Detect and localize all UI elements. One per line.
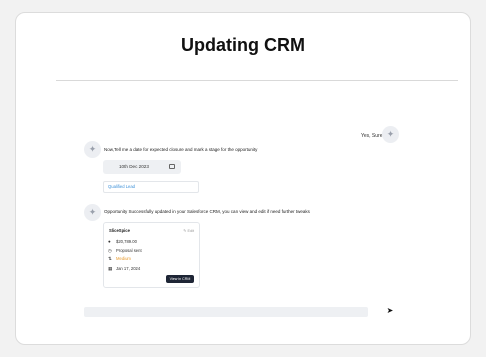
status-value: Proposal sent [116, 248, 142, 253]
stage-field[interactable]: Qualified Lead [103, 181, 199, 193]
date-picker[interactable]: 10th Dec 2023 [103, 160, 181, 174]
main-card: Updating CRM [15, 12, 471, 345]
assistant-confirmation: Opportunity Successfully updated in your… [104, 209, 310, 214]
chat-input[interactable] [84, 307, 368, 317]
priority-row: ⇅ Medium [108, 256, 131, 262]
send-arrow-icon[interactable]: ➤ [385, 306, 395, 316]
opportunity-name: SliceSpice [109, 228, 130, 233]
view-in-crm-button[interactable]: View in CRM [166, 275, 194, 283]
calendar-icon: ▦ [108, 266, 113, 271]
status-row: ◷ Proposal sent [108, 248, 142, 254]
sparkle-avatar-icon: ✦ [84, 141, 101, 158]
date-value: 10th Dec 2023 [119, 164, 149, 169]
page-title: Updating CRM [181, 35, 305, 55]
edit-label: Edit [187, 229, 194, 233]
priority-icon: ⇅ [108, 256, 112, 261]
amount-value: $20,789.00 [116, 239, 137, 244]
clock-icon: ◷ [108, 248, 112, 253]
assistant-message: Now,Tell me a date for expected closure … [104, 147, 258, 152]
header-divider [56, 80, 458, 81]
amount-row: ● $20,789.00 [108, 239, 137, 244]
sparkle-avatar-icon: ✦ [84, 204, 101, 221]
calendar-icon[interactable] [169, 164, 175, 169]
edit-link[interactable]: ✎ Edit [183, 228, 194, 233]
dollar-icon: ● [108, 239, 111, 244]
date-row: ▦ Jan 17, 2024 [108, 266, 140, 272]
opportunity-card: SliceSpice ✎ Edit ● $20,789.00 ◷ Proposal … [103, 222, 200, 288]
closure-date: Jan 17, 2024 [116, 266, 141, 271]
sparkle-avatar-icon: ✦ [382, 126, 399, 143]
user-message: Yes, Sure [361, 133, 383, 139]
priority-value: Medium [116, 256, 131, 261]
